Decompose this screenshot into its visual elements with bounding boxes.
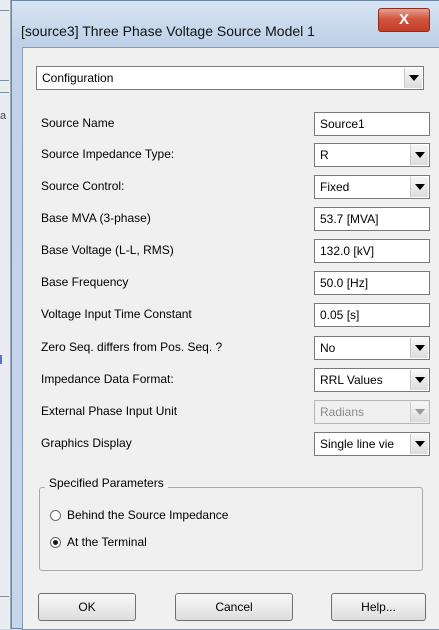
title-bar[interactable]: [source3] Three Phase Voltage Source Mod…	[12, 1, 439, 47]
field-input[interactable]: 50.0 [Hz]	[314, 271, 430, 295]
chevron-down-icon[interactable]	[404, 68, 422, 88]
radio-behind-source-impedance[interactable]: Behind the Source Impedance	[50, 508, 228, 522]
field-value: Fixed	[320, 180, 350, 194]
field-label: Voltage Input Time Constant	[41, 307, 192, 321]
dialog-window: [source3] Three Phase Voltage Source Mod…	[11, 0, 439, 630]
chevron-down-icon[interactable]	[410, 434, 428, 454]
chevron-down-icon	[410, 402, 428, 422]
field-label: Source Control:	[41, 179, 125, 193]
dialog-client-area: Configuration Source Name Source1 Source I…	[22, 47, 439, 630]
radio-at-terminal[interactable]: At the Terminal	[50, 535, 147, 549]
specified-parameters-group	[39, 487, 423, 571]
field-dropdown[interactable]: Fixed	[314, 175, 430, 199]
ok-button[interactable]: OK	[38, 593, 136, 621]
chevron-down-icon[interactable]	[410, 370, 428, 390]
field-value: R	[320, 148, 329, 162]
field-dropdown[interactable]: RRL Values	[314, 368, 430, 392]
field-value: 132.0 [kV]	[320, 244, 375, 258]
category-dropdown-value: Configuration	[42, 71, 114, 85]
background-tick	[0, 10, 9, 11]
field-input[interactable]: Source1	[314, 112, 430, 136]
close-icon: X	[398, 11, 409, 28]
field-value: 50.0 [Hz]	[320, 276, 369, 290]
field-value: Radians	[320, 405, 365, 419]
cancel-button[interactable]: Cancel	[175, 593, 293, 621]
radio-label: Behind the Source Impedance	[67, 508, 229, 522]
field-value: No	[320, 341, 336, 355]
background-text: a	[0, 110, 7, 122]
field-input[interactable]: 132.0 [kV]	[314, 239, 430, 263]
field-label: External Phase Input Unit	[41, 404, 178, 418]
field-label: Source Name	[41, 116, 115, 130]
field-label: Zero Seq. differs from Pos. Seq. ?	[41, 340, 223, 354]
chevron-down-icon[interactable]	[410, 338, 428, 358]
field-label: Base Voltage (L-L, RMS)	[41, 243, 174, 257]
background-window-edge: a	[0, 0, 11, 629]
field-label: Source Impedance Type:	[41, 147, 175, 161]
radio-label: At the Terminal	[67, 535, 147, 549]
category-dropdown[interactable]: Configuration	[36, 66, 424, 90]
field-dropdown[interactable]: Single line vie	[314, 432, 430, 456]
background-tick	[0, 596, 9, 597]
field-value: Source1	[320, 117, 365, 131]
field-label: Base MVA (3-phase)	[41, 211, 151, 225]
field-value: Single line vie	[320, 437, 395, 451]
background-marker	[0, 355, 9, 364]
chevron-down-icon[interactable]	[410, 145, 428, 165]
radio-button[interactable]	[50, 509, 61, 521]
close-button[interactable]: X	[378, 8, 430, 32]
field-input[interactable]: 53.7 [MVA]	[314, 207, 430, 231]
window-title: [source3] Three Phase Voltage Source Mod…	[21, 23, 315, 39]
field-value: RRL Values	[320, 373, 383, 387]
background-tick	[0, 92, 9, 93]
field-label: Base Frequency	[41, 275, 129, 289]
help-button[interactable]: Help...	[331, 593, 426, 621]
field-dropdown[interactable]: R	[314, 143, 430, 167]
field-value: 0.05 [s]	[320, 308, 360, 322]
background-tick	[0, 80, 9, 81]
chevron-down-icon[interactable]	[410, 177, 428, 197]
field-value: 53.7 [MVA]	[320, 212, 379, 226]
specified-parameters-title: Specified Parameters	[45, 476, 168, 490]
radio-button[interactable]	[50, 536, 61, 548]
field-input[interactable]: 0.05 [s]	[314, 303, 430, 327]
field-label: Graphics Display	[41, 436, 132, 450]
field-dropdown: Radians	[314, 400, 430, 424]
field-label: Impedance Data Format:	[41, 372, 174, 386]
field-dropdown[interactable]: No	[314, 336, 430, 360]
